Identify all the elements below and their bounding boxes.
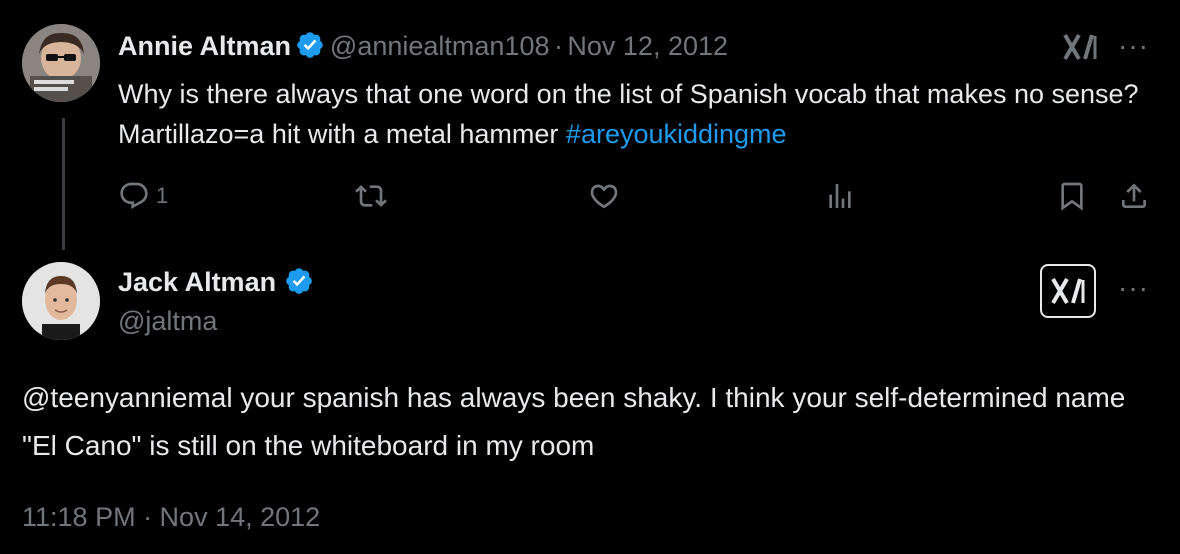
avatar-jack[interactable]	[22, 262, 100, 340]
tweet2-name-row: Jack Altman	[118, 266, 314, 298]
more-icon[interactable]: ···	[1118, 272, 1149, 304]
share-button[interactable]	[1118, 180, 1150, 212]
like-icon	[590, 184, 618, 209]
retweet-button[interactable]	[354, 180, 388, 212]
tweet1-text: Why is there always that one word on the…	[118, 74, 1148, 154]
share-icon	[1122, 183, 1146, 208]
bookmark-icon	[1061, 182, 1083, 211]
verified-badge-icon	[297, 32, 324, 58]
meta-separator: ·	[553, 31, 563, 61]
like-button[interactable]	[588, 180, 620, 212]
tweet-date[interactable]: Nov 12, 2012	[567, 31, 728, 61]
tweet1-header: Annie Altman @anniealtman108 · Nov 12, 2…	[118, 30, 728, 62]
author-handle[interactable]: @jaltma	[118, 306, 217, 337]
grok-icon[interactable]	[1040, 264, 1096, 318]
author-name[interactable]: Jack Altman	[118, 267, 276, 297]
tweet2-body: @teenyanniemal your spanish has always b…	[22, 382, 1126, 461]
avatar-annie[interactable]	[22, 24, 100, 102]
author-name[interactable]: Annie Altman	[118, 31, 291, 61]
tweet-timestamp[interactable]: 11:18 PM · Nov 14, 2012	[22, 502, 320, 533]
reply-count: 1	[156, 183, 169, 208]
bookmark-button[interactable]	[1056, 180, 1088, 212]
views-icon	[829, 184, 851, 208]
views-button[interactable]	[824, 180, 856, 212]
reply-icon	[120, 182, 148, 209]
reply-button[interactable]: 1	[118, 180, 168, 212]
verified-badge-icon	[285, 268, 312, 294]
author-handle[interactable]: @anniealtman108	[330, 31, 550, 61]
more-icon[interactable]: ···	[1118, 30, 1149, 62]
thread-connector-line	[62, 118, 65, 250]
retweet-icon	[355, 185, 387, 207]
grok-icon[interactable]	[1062, 32, 1098, 67]
hashtag-link[interactable]: #areyoukiddingme	[566, 119, 787, 149]
